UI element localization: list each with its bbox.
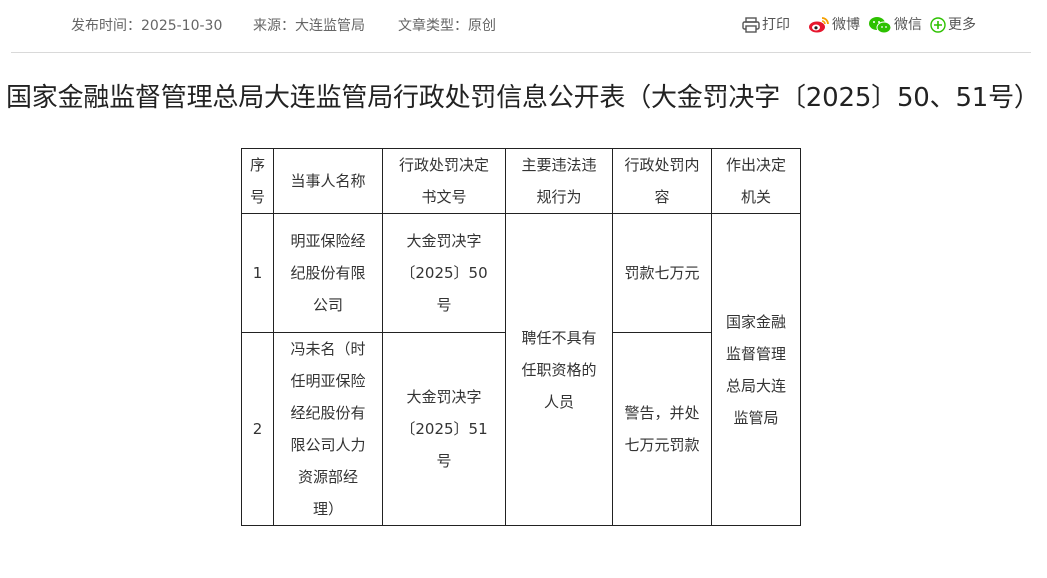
row-penalty: 警告，并处七万元罚款 (612, 332, 712, 526)
row-doc-no: 大金罚决字〔2025〕51号 (382, 332, 506, 526)
publish-time-value: 2025-10-30 (141, 18, 223, 34)
wechat-icon (869, 17, 892, 34)
header-violation: 主要违法违规行为 (505, 148, 613, 214)
wechat-label: 微信 (894, 17, 922, 33)
article-meta-bar: 发布时间：2025-10-30 来源：大连监管局 文章类型：原创 打印 微博 微… (11, 0, 1031, 53)
more-label: 更多 (948, 17, 976, 33)
article-type: 文章类型：原创 (398, 16, 496, 36)
publish-time: 发布时间：2025-10-30 (71, 16, 222, 36)
row-seq: 2 (241, 332, 274, 526)
row-party: 冯未名（时任明亚保险经纪股份有限公司人力资源部经理） (273, 332, 383, 526)
row-party: 明亚保险经纪股份有限公司 (273, 213, 383, 333)
print-button[interactable]: 打印 (742, 15, 790, 35)
table-header-row: 序号 当事人名称 行政处罚决定书文号 主要违法违规行为 行政处罚内容 作出决定机… (241, 148, 801, 214)
penalty-table: 序号 当事人名称 行政处罚决定书文号 主要违法违规行为 行政处罚内容 作出决定机… (241, 148, 801, 526)
weibo-label: 微博 (832, 17, 860, 33)
row-violation: 聘任不具有任职资格的人员 (505, 213, 613, 526)
header-authority: 作出决定机关 (711, 148, 801, 214)
plus-circle-icon (930, 17, 946, 33)
more-share-button[interactable]: 更多 (930, 15, 976, 35)
table-row: 1 明亚保险经纪股份有限公司 大金罚决字〔2025〕50号 聘任不具有任职资格的… (241, 213, 801, 526)
header-seq: 序号 (241, 148, 274, 214)
article-type-value: 原创 (468, 18, 496, 34)
row-doc-no: 大金罚决字〔2025〕50号 (382, 213, 506, 333)
print-label: 打印 (762, 17, 790, 33)
article-type-label: 文章类型： (398, 18, 468, 34)
publish-time-label: 发布时间： (71, 18, 141, 34)
row-authority: 国家金融监督管理总局大连监管局 (711, 213, 801, 526)
source-value: 大连监管局 (295, 18, 365, 34)
row-penalty: 罚款七万元 (612, 213, 712, 333)
source-label: 来源： (253, 18, 295, 34)
source: 来源：大连监管局 (253, 16, 365, 36)
header-penalty: 行政处罚内容 (612, 148, 712, 214)
printer-icon (742, 17, 760, 33)
wechat-share-button[interactable]: 微信 (868, 15, 922, 35)
page-title: 国家金融监督管理总局大连监管局行政处罚信息公开表（大金罚决字〔2025〕50、5… (6, 83, 1040, 113)
header-doc-no: 行政处罚决定书文号 (382, 148, 506, 214)
row-seq: 1 (241, 213, 274, 333)
weibo-share-button[interactable]: 微博 (808, 15, 860, 35)
weibo-icon (809, 17, 829, 33)
header-party: 当事人名称 (273, 148, 383, 214)
